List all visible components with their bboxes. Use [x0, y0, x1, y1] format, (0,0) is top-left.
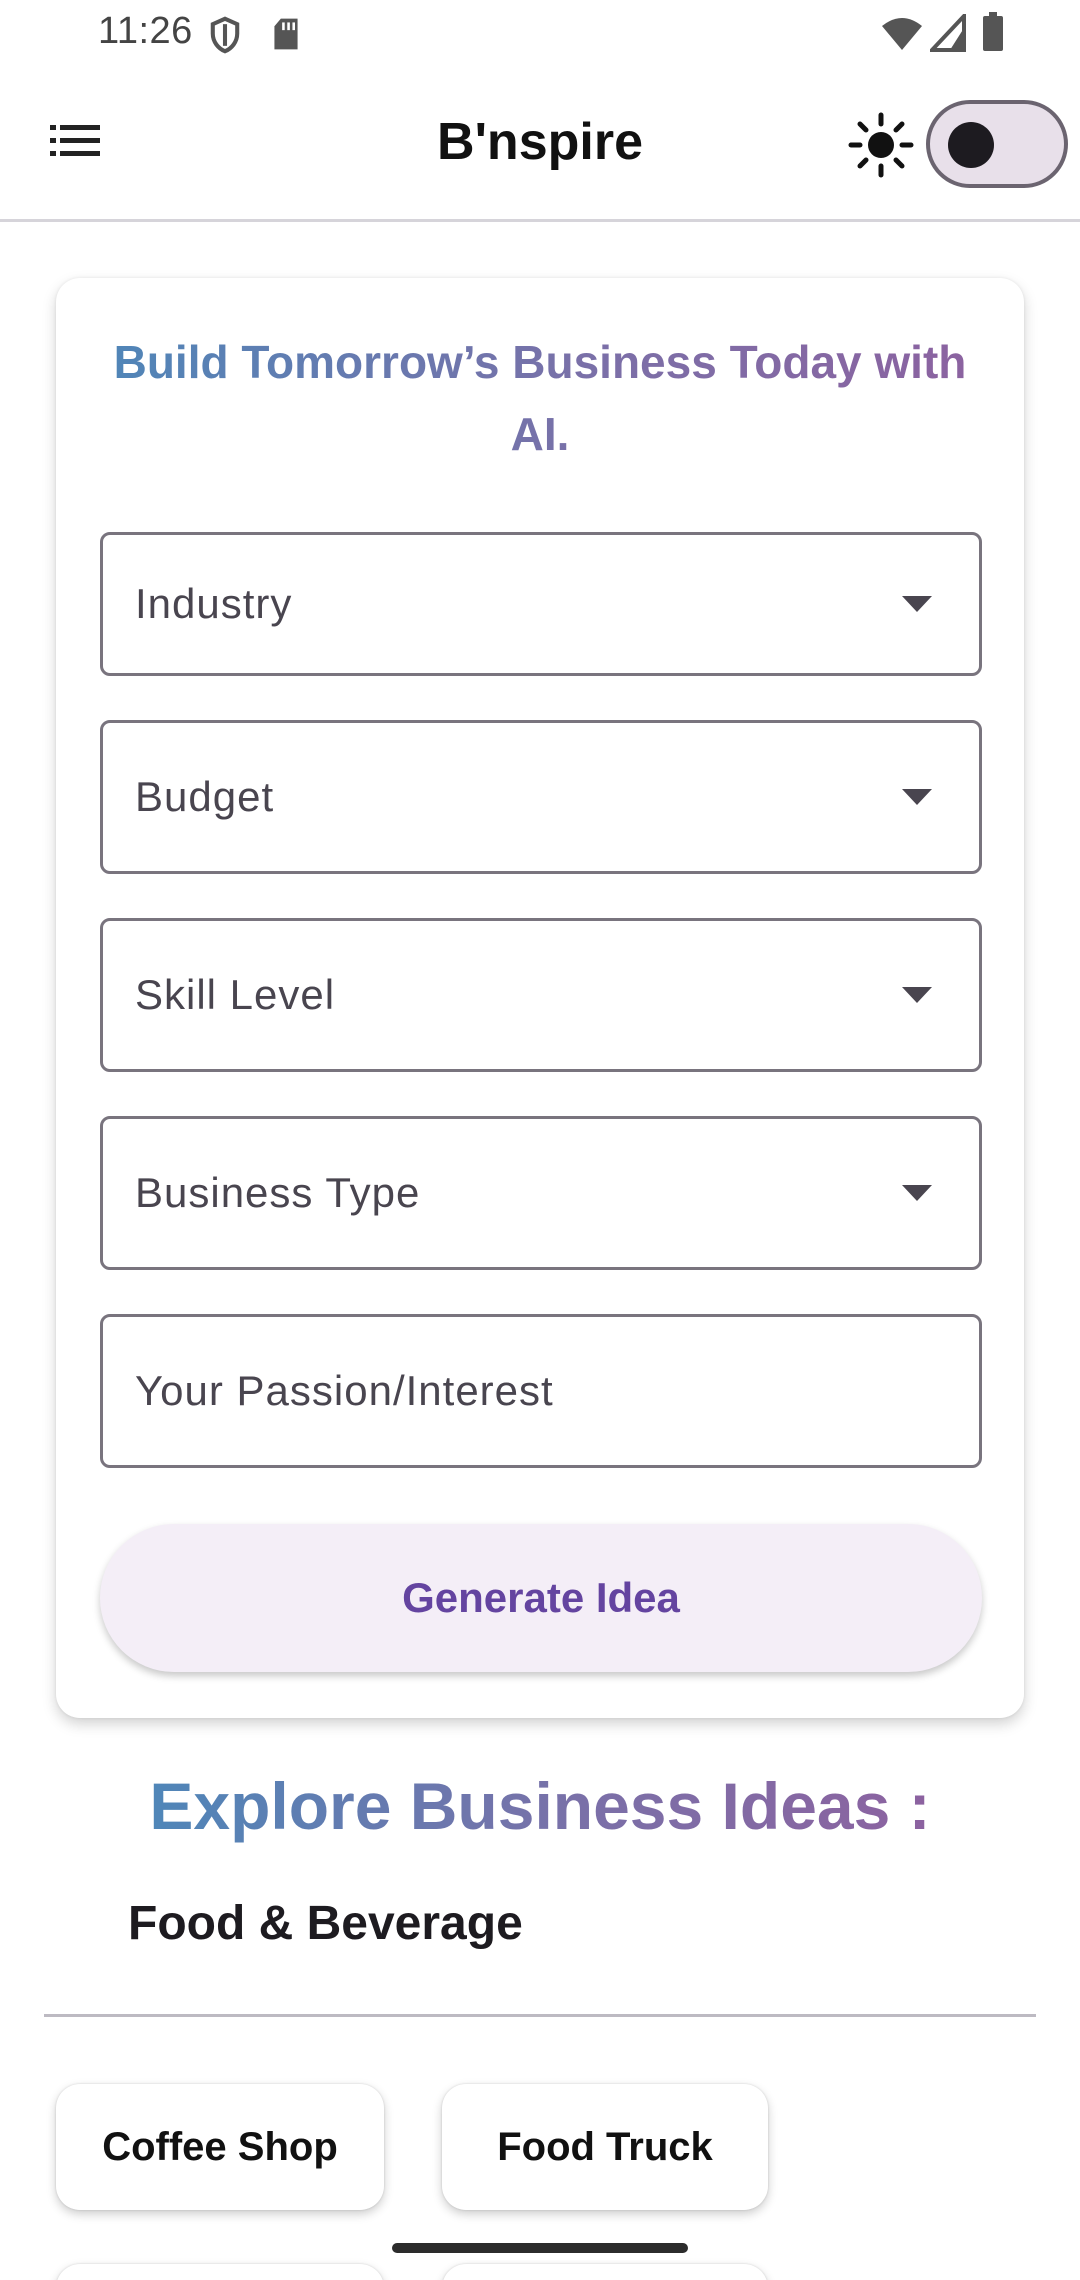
toggle-knob	[948, 122, 994, 168]
sun-icon	[848, 112, 914, 178]
wifi-icon	[882, 18, 922, 50]
explore-section-title: Explore Business Ideas :	[0, 1768, 1080, 1844]
battery-icon	[983, 12, 1003, 51]
dropdown-arrow-icon	[902, 987, 932, 1003]
section-divider	[44, 2014, 1036, 2017]
passion-interest-input[interactable]: Your Passion/Interest	[100, 1314, 982, 1468]
sd-card-icon	[274, 18, 298, 50]
skill-level-dropdown[interactable]: Skill Level	[100, 918, 982, 1072]
budget-label: Budget	[135, 773, 275, 820]
dropdown-arrow-icon	[902, 1185, 932, 1201]
business-type-dropdown[interactable]: Business Type	[100, 1116, 982, 1270]
app-title: B'nspire	[437, 113, 643, 171]
status-time: 11:26	[98, 10, 193, 52]
idea-chip-coffee-shop[interactable]: Coffee Shop	[56, 2084, 384, 2210]
budget-dropdown[interactable]: Budget	[100, 720, 982, 874]
skill-level-label: Skill Level	[135, 971, 336, 1018]
category-title: Food & Beverage	[128, 1897, 523, 1950]
dropdown-arrow-icon	[902, 789, 932, 805]
explore-title-text: Explore Business Ideas :	[149, 1769, 931, 1843]
form-headline: Build Tomorrow’s Business Today with AI.	[96, 326, 984, 470]
home-indicator[interactable]	[392, 2243, 688, 2253]
industry-dropdown[interactable]: Industry	[100, 532, 982, 676]
generate-idea-button[interactable]: Generate Idea	[100, 1524, 982, 1672]
dropdown-arrow-icon	[902, 596, 932, 612]
app-screen: 11:26 B'nspire Build Tomorrow’s Business…	[0, 0, 1080, 2280]
idea-chip-food-truck[interactable]: Food Truck	[442, 2084, 768, 2210]
idea-form-card: Build Tomorrow’s Business Today with AI.…	[56, 278, 1024, 1718]
industry-label: Industry	[135, 580, 293, 627]
theme-toggle-switch[interactable]	[926, 100, 1068, 188]
status-bar: 11:26	[0, 0, 1080, 70]
idea-chip-partial[interactable]	[56, 2264, 384, 2280]
business-type-label: Business Type	[135, 1169, 421, 1216]
shield-icon	[210, 16, 240, 54]
idea-chip-partial[interactable]	[442, 2264, 768, 2280]
signal-icon	[930, 14, 966, 52]
passion-interest-placeholder: Your Passion/Interest	[135, 1367, 554, 1414]
app-bar: B'nspire	[0, 70, 1080, 222]
